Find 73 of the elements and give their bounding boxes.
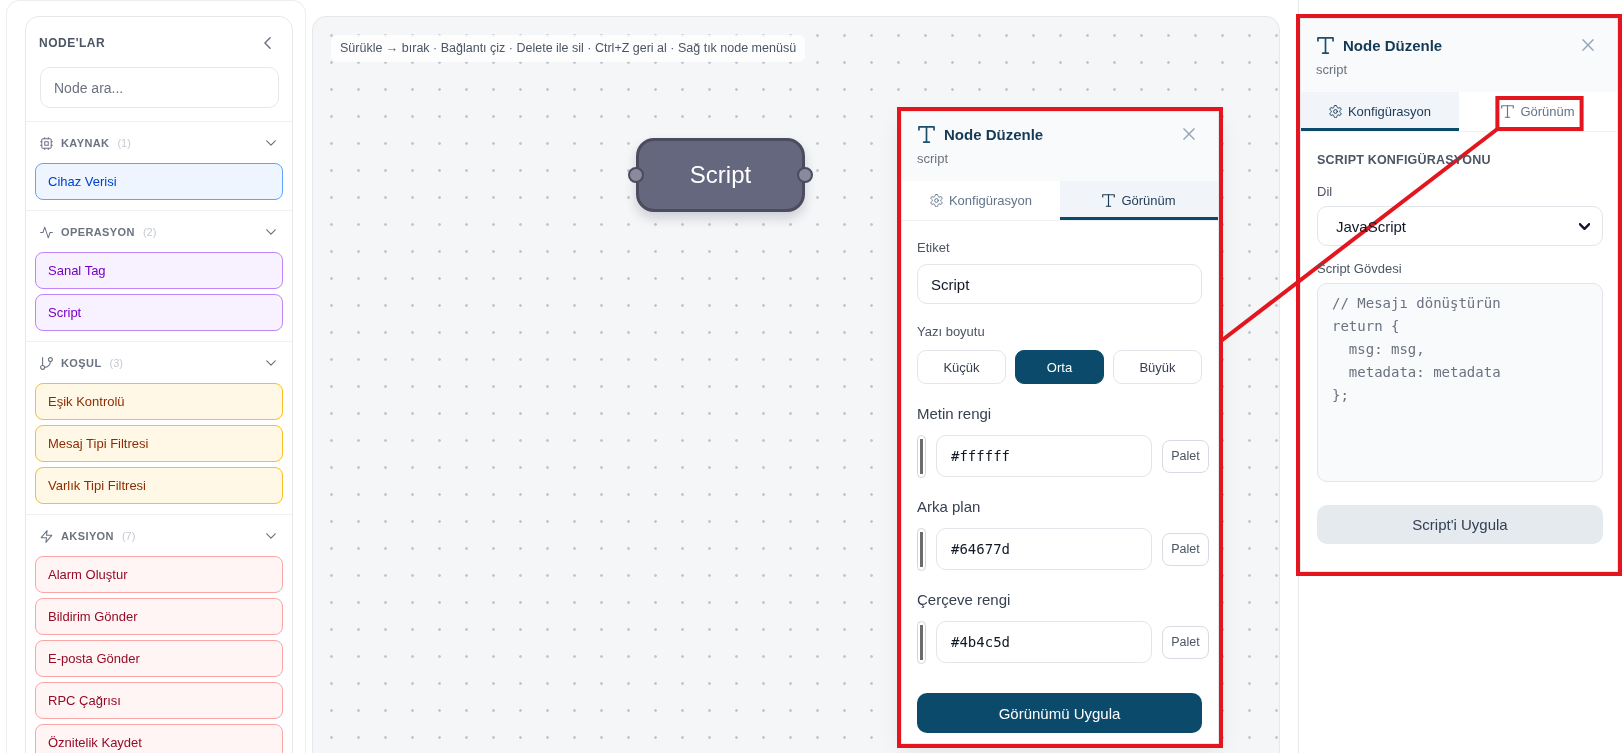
node-label: Script	[689, 160, 752, 190]
group-count: (3)	[109, 356, 123, 370]
gear-icon	[929, 194, 943, 207]
panel-subtitle: script	[1316, 62, 1349, 78]
tab[interactable]: Görünüm	[1060, 181, 1218, 220]
hint-bar: Sürükle → bırak · Bağlantı çiz · Delete ile sil · Ctrl+Z geri al · Sağ tık node menüsü	[331, 35, 806, 62]
group-title: KOŞUL	[61, 356, 102, 370]
chevron-down-icon[interactable]	[266, 229, 276, 235]
node-palette-item[interactable]: RPC Çağrısı	[35, 682, 283, 719]
group-count: (2)	[142, 225, 157, 239]
field-label: Etiket	[917, 240, 951, 256]
node-palette-item[interactable]: Sanal Tag	[35, 252, 283, 289]
panel-title: Node Düzenle	[944, 125, 1044, 143]
group-count: (7)	[121, 529, 136, 543]
field-label: Metin rengi	[917, 405, 993, 423]
size-option-button[interactable]: Orta	[1015, 350, 1104, 384]
search-field[interactable]: Node ara...	[40, 67, 279, 108]
node-palette-item[interactable]: E-posta Gönder	[35, 640, 283, 677]
panel-title: Node Düzenle	[1343, 36, 1443, 54]
group-count: (1)	[117, 136, 131, 150]
chevron-left-icon[interactable]	[264, 37, 271, 49]
close-icon[interactable]	[1582, 39, 1594, 51]
tab[interactable]: Konfigürasyon	[1301, 92, 1459, 131]
node-palette-item[interactable]: Eşik Kontrolü	[35, 383, 283, 420]
group-title: KAYNAK	[61, 136, 110, 150]
group-title: AKSIYON	[61, 529, 114, 543]
chevron-down-icon[interactable]	[266, 140, 276, 146]
gear-icon	[1328, 105, 1342, 118]
text-icon	[1102, 194, 1116, 207]
panel-subtitle: script	[917, 151, 950, 167]
pulse-icon	[40, 225, 53, 239]
chevron-down-icon	[1579, 222, 1590, 230]
connection-handle[interactable]	[628, 167, 644, 183]
text-icon	[918, 125, 935, 143]
node-palette-item[interactable]: Cihaz Verisi	[35, 163, 283, 200]
field-label: Arka plan	[917, 498, 982, 516]
node-palette-item[interactable]: Varlık Tipi Filtresi	[35, 467, 283, 504]
field-label: Çerçeve rengi	[917, 591, 1012, 609]
close-icon[interactable]	[1183, 128, 1195, 140]
text-icon	[1317, 36, 1334, 54]
color-hex-field[interactable]: #4b4c5d	[936, 621, 1152, 663]
field-label: Script Gövdesi	[1317, 261, 1403, 277]
color-picker[interactable]	[917, 527, 926, 571]
field-label: Dil	[1317, 184, 1334, 200]
palette-button[interactable]: Palet	[1162, 439, 1209, 473]
color-hex-field[interactable]: #64677d	[936, 528, 1152, 570]
apply-button[interactable]: Görünümü Uygula	[917, 693, 1202, 733]
group-title: OPERASYON	[61, 225, 135, 239]
color-picker[interactable]	[917, 434, 926, 478]
node-palette-item[interactable]: Script	[35, 294, 283, 331]
text-icon	[1501, 105, 1515, 118]
field-label: Yazı boyutu	[917, 324, 986, 340]
chevron-down-icon[interactable]	[266, 360, 276, 366]
branch-icon	[40, 356, 53, 370]
size-option-button[interactable]: Küçük	[917, 350, 1006, 384]
size-option-button[interactable]: Büyük	[1113, 350, 1202, 384]
node-palette-item[interactable]: Bildirim Gönder	[35, 598, 283, 635]
color-picker[interactable]	[917, 620, 926, 664]
flow-node[interactable]: Script	[636, 138, 805, 212]
node-palette-item[interactable]: Mesaj Tipi Filtresi	[35, 425, 283, 462]
palette-button[interactable]: Palet	[1162, 625, 1209, 659]
chip-icon	[40, 136, 53, 150]
connection-handle[interactable]	[797, 167, 813, 183]
lightning-icon	[40, 529, 53, 543]
chevron-down-icon[interactable]	[266, 533, 276, 539]
node-palette-item[interactable]: Öznitelik Kaydet	[35, 724, 283, 753]
apply-button[interactable]: Script'i Uygula	[1317, 505, 1603, 544]
color-hex-field[interactable]: #ffffff	[936, 435, 1152, 477]
sidebar-title: NODE'LAR	[39, 35, 106, 51]
palette-button[interactable]: Palet	[1162, 532, 1209, 566]
code-editor-field[interactable]: // Mesajı dönüştürün return { msg: msg, metadata: metadata };	[1317, 283, 1603, 482]
node-palette-item[interactable]: Alarm Oluştur	[35, 556, 283, 593]
label-input[interactable]: Script	[917, 264, 1202, 304]
